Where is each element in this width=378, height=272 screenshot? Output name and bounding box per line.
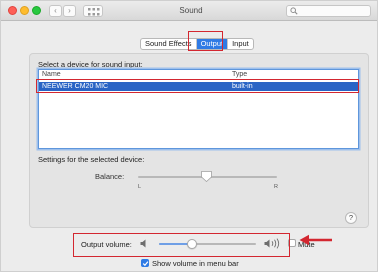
balance-label: Balance:	[95, 172, 125, 181]
search-icon	[290, 7, 298, 15]
checkmark-icon	[142, 260, 148, 266]
zoom-window-button[interactable]	[32, 6, 41, 15]
forward-button[interactable]: ›	[63, 5, 76, 17]
search-field[interactable]	[286, 5, 371, 17]
device-row-highlight-annotation	[36, 79, 359, 93]
output-tab-highlight-annotation	[188, 31, 223, 51]
column-header-type[interactable]: Type	[232, 71, 247, 78]
balance-left-label: L	[138, 184, 142, 190]
tab-input[interactable]: Input	[228, 39, 253, 49]
help-button[interactable]: ?	[345, 212, 357, 224]
red-arrow-annotation-icon	[299, 234, 332, 246]
sound-preferences-window: ‹ › Sound Sound Effects Output Input Sel…	[0, 0, 378, 272]
balance-slider-knob[interactable]	[200, 170, 213, 183]
close-window-button[interactable]	[8, 6, 17, 15]
show-volume-checkbox[interactable]	[141, 259, 149, 267]
volume-highlight-annotation	[73, 233, 290, 257]
show-volume-label: Show volume in menu bar	[152, 259, 239, 268]
settings-label: Settings for the selected device:	[38, 155, 145, 164]
column-header-name[interactable]: Name	[42, 71, 61, 78]
show-all-button[interactable]	[83, 5, 103, 17]
select-device-label: Select a device for sound input:	[38, 60, 143, 69]
window-title: Sound	[179, 6, 203, 15]
balance-right-label: R	[274, 184, 278, 190]
grid-icon	[88, 7, 100, 15]
titlebar: ‹ › Sound	[1, 1, 377, 21]
minimize-window-button[interactable]	[20, 6, 29, 15]
back-button[interactable]: ‹	[49, 5, 62, 17]
